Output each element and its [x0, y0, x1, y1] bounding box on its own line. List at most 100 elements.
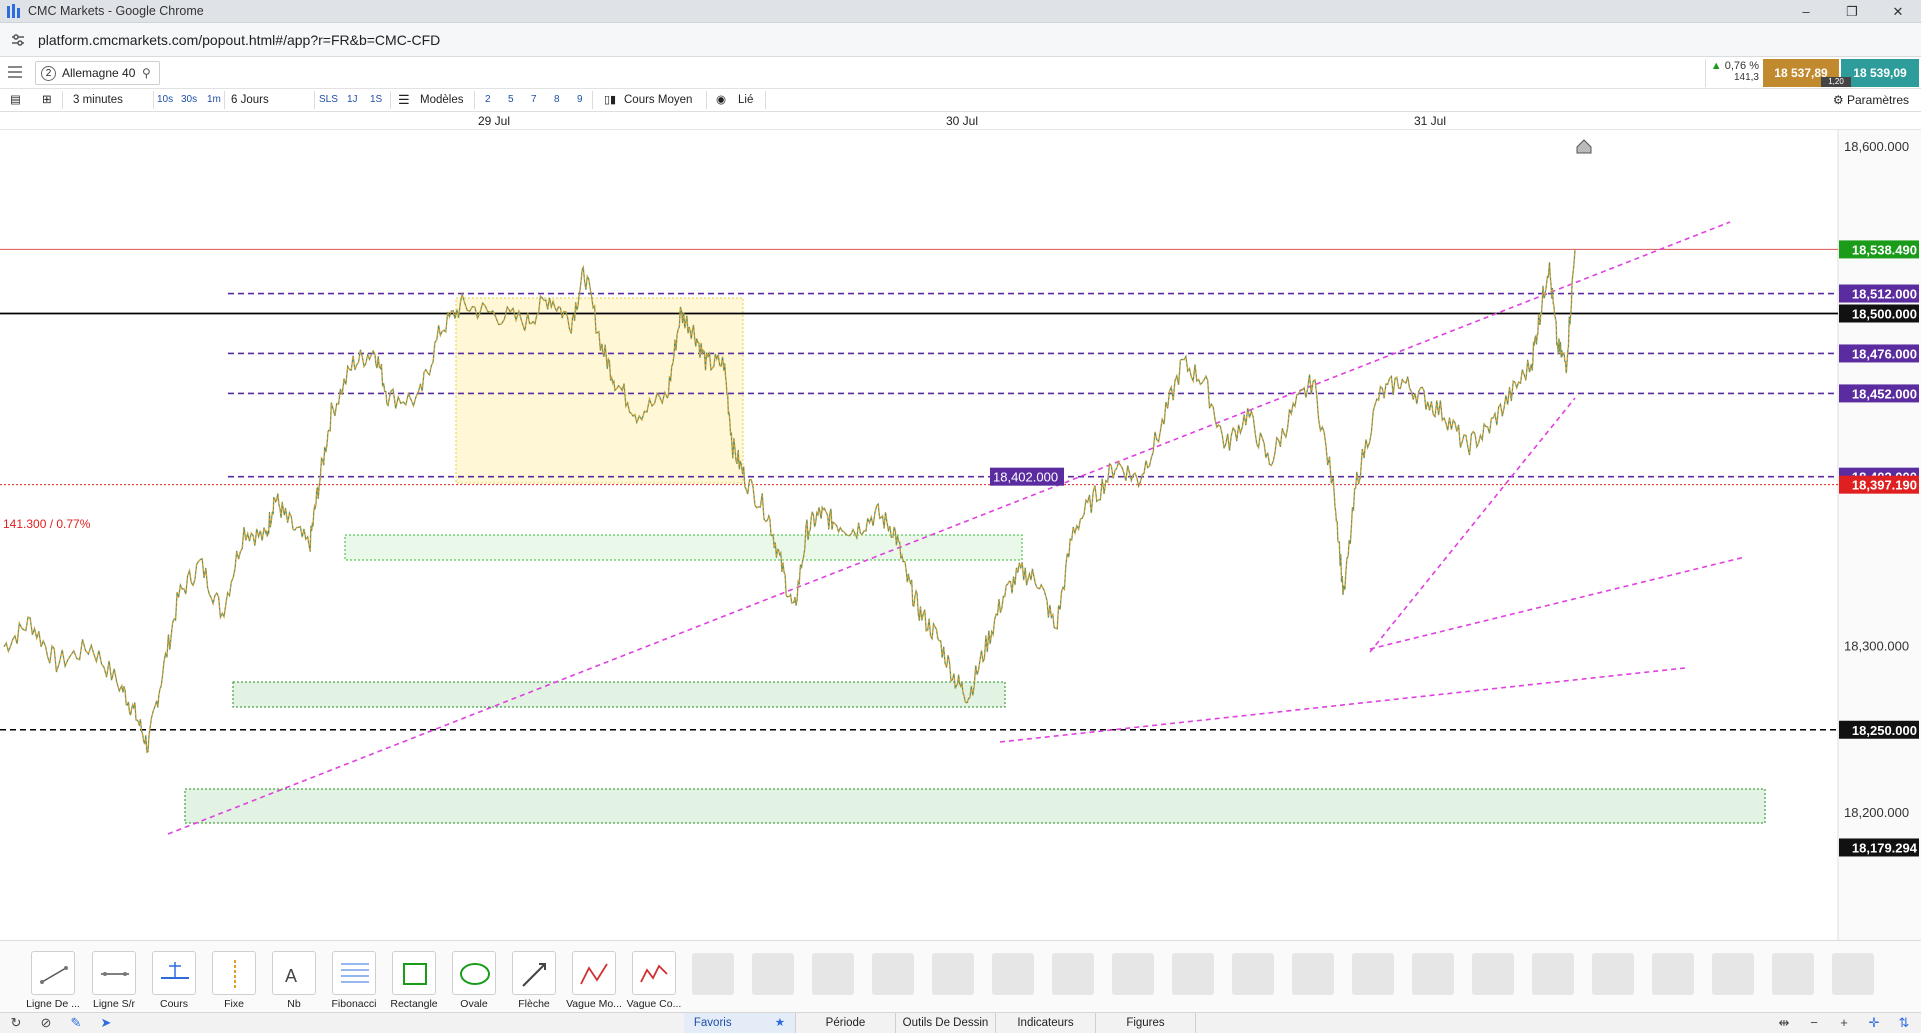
template-slot-2[interactable]: 2 — [485, 89, 491, 111]
draw-tool-sr-line[interactable] — [92, 951, 136, 995]
draw-tool-text-tool[interactable]: A — [272, 951, 316, 995]
star-icon: ★ — [774, 1017, 786, 1029]
price-type-select[interactable]: Cours Moyen — [624, 89, 692, 111]
support-zone[interactable] — [344, 534, 1023, 561]
empty-tool-slot[interactable] — [1352, 953, 1394, 995]
empty-tool-slot[interactable] — [932, 953, 974, 995]
consolidation-zone[interactable] — [455, 297, 744, 484]
draw-tool-arrow[interactable] — [512, 951, 556, 995]
price-level-badge[interactable]: 18,476.000 — [1839, 344, 1919, 363]
price-level-badge[interactable]: 18,179.294 — [1839, 838, 1919, 857]
empty-tool-slot[interactable] — [1232, 953, 1274, 995]
draw-tool-rectangle[interactable] — [392, 951, 436, 995]
empty-tool-slot[interactable] — [812, 953, 854, 995]
empty-tool-slot[interactable] — [1052, 953, 1094, 995]
empty-tool-slot[interactable] — [872, 953, 914, 995]
support-zone[interactable] — [232, 681, 1006, 708]
empty-tool-slot[interactable] — [1412, 953, 1454, 995]
settings-button[interactable]: ⚙ Paramètres — [1833, 89, 1909, 111]
empty-tool-slot[interactable] — [692, 953, 734, 995]
draw-tool-wave[interactable] — [572, 951, 616, 995]
search-icon[interactable]: ⚲ — [142, 66, 151, 80]
crosshair-icon[interactable]: ✛ — [1866, 1015, 1882, 1031]
fixed-line-icon — [234, 960, 236, 988]
instrument-name: Allemagne 40 — [62, 66, 136, 80]
site-settings-icon[interactable] — [10, 32, 26, 48]
gear-icon: ⚙ — [1832, 93, 1844, 107]
zoom-out-icon[interactable]: − — [1806, 1015, 1822, 1031]
price-level-badge[interactable]: 18,452.000 — [1839, 384, 1919, 403]
draw-tool-label: Ligne S/r — [92, 998, 136, 1010]
y-tick-label: 18,600.000 — [1844, 139, 1909, 154]
template-slot-8[interactable]: 8 — [554, 89, 560, 111]
draw-tool-oval[interactable] — [452, 951, 496, 995]
price-level-badge[interactable]: 18,397.190 — [1839, 475, 1919, 494]
empty-tool-slot[interactable] — [1772, 953, 1814, 995]
refresh-icon[interactable]: ↻ — [8, 1015, 24, 1031]
layout-grid-icon[interactable]: ⊞ — [42, 89, 52, 111]
price-level-badge[interactable]: 18,250.000 — [1839, 720, 1919, 739]
level-tag-inline[interactable]: 18,402.000 — [990, 467, 1064, 486]
template-slot-5[interactable]: 5 — [508, 89, 514, 111]
empty-tool-slot[interactable] — [752, 953, 794, 995]
draw-tool-fibonacci[interactable] — [332, 951, 376, 995]
range-select[interactable]: 6 Jours — [231, 89, 269, 111]
interval-select[interactable]: 3 minutes — [73, 89, 123, 111]
hamburger-menu-icon[interactable] — [8, 66, 22, 78]
cursor-icon[interactable]: ➤ — [98, 1015, 114, 1031]
empty-tool-slot[interactable] — [1532, 953, 1574, 995]
templates-button[interactable]: Modèles — [420, 89, 463, 111]
empty-tool-slot[interactable] — [1172, 953, 1214, 995]
restore-icon[interactable]: ❐ — [1829, 0, 1875, 23]
zoom-in-icon[interactable]: + — [1836, 1015, 1852, 1031]
empty-tool-slot[interactable] — [1112, 953, 1154, 995]
range-1j-button[interactable]: 1J — [347, 89, 358, 111]
range-1s-button[interactable]: 1S — [370, 89, 382, 111]
tab-favoris[interactable]: Favoris ★ — [684, 1013, 796, 1033]
hide-drawings-icon[interactable]: ⊘ — [38, 1015, 54, 1031]
chart-list-icon[interactable]: ▤ — [10, 89, 21, 111]
interval-30s-button[interactable]: 30s — [181, 89, 197, 111]
draw-tool-label: Fibonacci — [331, 998, 377, 1010]
empty-tool-slot[interactable] — [1592, 953, 1634, 995]
template-slot-7[interactable]: 7 — [531, 89, 537, 111]
svg-text:18,452.000: 18,452.000 — [1852, 386, 1917, 401]
minimize-icon[interactable]: – — [1783, 0, 1829, 23]
range-sls-button[interactable]: SLS — [319, 89, 338, 111]
empty-tool-slot[interactable] — [1472, 953, 1514, 995]
price-level-badge[interactable]: 18,500.000 — [1839, 304, 1919, 323]
tab-indicateurs[interactable]: Indicateurs — [996, 1013, 1096, 1033]
instrument-selector[interactable]: 2 Allemagne 40 ⚲ — [35, 61, 160, 85]
empty-tool-slot[interactable] — [1832, 953, 1874, 995]
price-level-badge[interactable]: 18,512.000 — [1839, 284, 1919, 303]
pencil-icon[interactable]: ✎ — [68, 1015, 84, 1031]
empty-tool-slot[interactable] — [1652, 953, 1694, 995]
empty-tool-slot[interactable] — [1292, 953, 1334, 995]
arrow-icon — [522, 963, 546, 987]
template-slot-9[interactable]: 9 — [577, 89, 583, 111]
fit-icon[interactable]: ⇹ — [1776, 1015, 1792, 1031]
empty-tool-slot[interactable] — [992, 953, 1034, 995]
scale-icon[interactable]: ⇅ — [1896, 1015, 1912, 1031]
close-icon[interactable]: ✕ — [1875, 0, 1921, 23]
tab-periode[interactable]: Période — [796, 1013, 896, 1033]
linked-button[interactable]: Lié — [738, 89, 753, 111]
interval-10s-button[interactable]: 10s — [157, 89, 173, 111]
drawing-toolbar: Ligne De ... Ligne S/r Cours Fixe A Nb Fibonac… — [0, 940, 1921, 1012]
corrective-wave-icon — [640, 964, 668, 983]
draw-tool-corrective-wave[interactable] — [632, 951, 676, 995]
tab-figures[interactable]: Figures — [1096, 1013, 1196, 1033]
price-level-badge[interactable]: 18,538.490 — [1839, 240, 1919, 259]
empty-tool-slot[interactable] — [1712, 953, 1754, 995]
tab-outils-de-dessin[interactable]: Outils De Dessin — [896, 1013, 996, 1033]
draw-tool-fixed-line[interactable] — [212, 951, 256, 995]
draw-tool-price-line[interactable] — [152, 951, 196, 995]
draw-tool-line-tool[interactable] — [31, 951, 75, 995]
address-bar[interactable]: platform.cmcmarkets.com/popout.html#/app… — [0, 23, 1921, 57]
support-zone[interactable] — [184, 788, 1766, 824]
price-chart[interactable]: 18,600.000 18,300.000 18,200.000 18,538.49… — [0, 130, 1921, 940]
prev-close-label: 141.300 / 0.77% — [3, 517, 91, 531]
url-text[interactable]: platform.cmcmarkets.com/popout.html#/app… — [38, 32, 440, 48]
interval-1m-button[interactable]: 1m — [207, 89, 221, 111]
buy-price-button[interactable]: 18 539,09 — [1841, 59, 1919, 87]
